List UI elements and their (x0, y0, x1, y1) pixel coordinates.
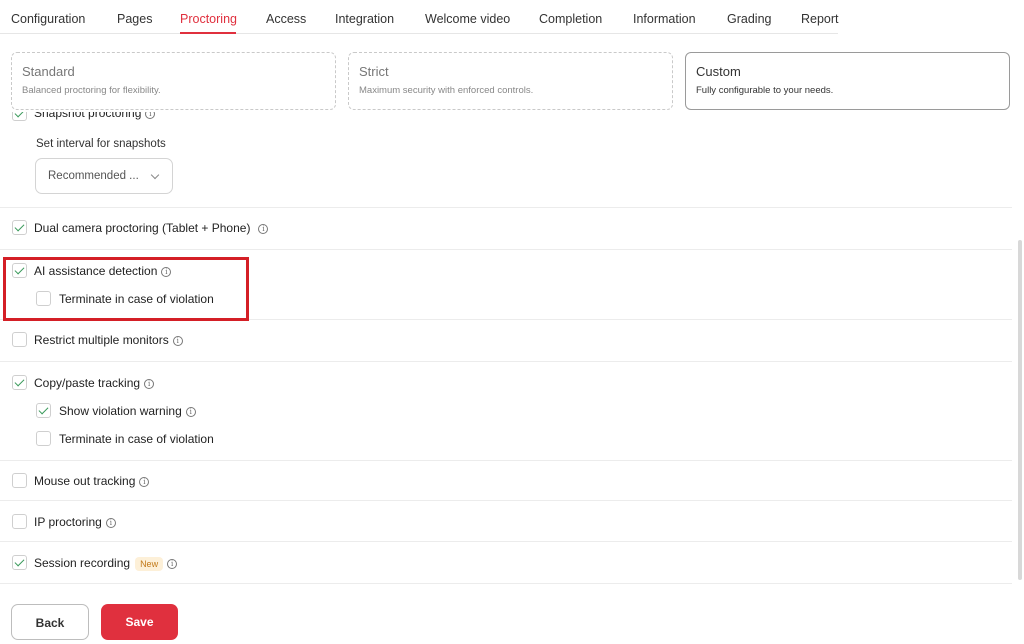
info-icon[interactable]: i (144, 378, 155, 389)
tab-access[interactable]: Access (266, 12, 306, 26)
new-badge: New (135, 556, 164, 571)
back-button[interactable]: Back (11, 604, 89, 640)
copy-paste-terminate-checkbox[interactable] (36, 431, 51, 446)
scrollbar[interactable] (1018, 240, 1022, 580)
info-icon[interactable]: i (167, 558, 178, 569)
divider (0, 460, 1012, 461)
snapshot-interval-value: Recommended ... (48, 170, 139, 182)
highlight-annotation (3, 257, 249, 321)
tab-report[interactable]: Report (801, 12, 839, 26)
session-recording-checkbox[interactable] (12, 555, 27, 570)
info-icon[interactable]: i (145, 112, 156, 119)
ip-proctoring-checkbox[interactable] (12, 514, 27, 529)
snapshot-proctoring-label: Snapshot proctoring i (34, 112, 156, 120)
save-button[interactable]: Save (101, 604, 178, 640)
info-icon[interactable]: i (139, 476, 150, 487)
info-icon[interactable]: i (258, 223, 269, 234)
session-recording-label: Session recording New i (34, 556, 178, 571)
tab-configuration[interactable]: Configuration (11, 12, 85, 26)
divider (0, 249, 1012, 250)
tab-bar: Configuration Pages Proctoring Access In… (0, 0, 839, 34)
preset-title: Strict (359, 64, 389, 79)
info-icon[interactable]: i (105, 517, 116, 528)
copy-paste-warning-checkbox[interactable] (36, 403, 51, 418)
preset-card-standard[interactable]: Standard Balanced proctoring for flexibi… (11, 52, 336, 110)
tab-completion[interactable]: Completion (539, 12, 602, 26)
copy-paste-warning-label: Show violation warning i (59, 404, 196, 418)
tab-proctoring[interactable]: Proctoring (180, 12, 237, 26)
multi-monitor-checkbox[interactable] (12, 332, 27, 347)
divider (0, 361, 1012, 362)
preset-card-strict[interactable]: Strict Maximum security with enforced co… (348, 52, 673, 110)
tab-pages[interactable]: Pages (117, 12, 152, 26)
info-icon[interactable]: i (172, 335, 183, 346)
dual-camera-label: Dual camera proctoring (Tablet + Phone) i (34, 221, 269, 235)
preset-card-custom[interactable]: Custom Fully configurable to your needs. (685, 52, 1010, 110)
tab-welcome-video[interactable]: Welcome video (425, 12, 510, 26)
proctoring-options-list: Snapshot proctoring i Set interval for sn… (0, 112, 1024, 590)
active-tab-indicator (180, 32, 236, 34)
multi-monitor-label: Restrict multiple monitors i (34, 333, 183, 347)
info-icon[interactable]: i (185, 406, 196, 417)
preset-description: Fully configurable to your needs. (696, 85, 834, 96)
copy-paste-checkbox[interactable] (12, 375, 27, 390)
snapshot-proctoring-checkbox[interactable] (12, 112, 27, 121)
copy-paste-terminate-label: Terminate in case of violation (59, 432, 214, 446)
preset-description: Maximum security with enforced controls. (359, 85, 534, 96)
tab-information[interactable]: Information (633, 12, 696, 26)
ip-proctoring-label: IP proctoring i (34, 515, 116, 529)
snapshot-interval-select[interactable]: Recommended ... (35, 158, 173, 194)
tab-integration[interactable]: Integration (335, 12, 394, 26)
tab-grading[interactable]: Grading (727, 12, 771, 26)
chevron-down-icon (150, 170, 160, 180)
mouse-out-label: Mouse out tracking i (34, 474, 150, 488)
divider (0, 500, 1012, 501)
snapshot-interval-label: Set interval for snapshots (36, 138, 166, 150)
mouse-out-checkbox[interactable] (12, 473, 27, 488)
divider (0, 541, 1012, 542)
preset-title: Standard (22, 64, 75, 79)
copy-paste-label: Copy/paste tracking i (34, 376, 155, 390)
divider (0, 583, 1012, 584)
preset-title: Custom (696, 64, 741, 79)
preset-description: Balanced proctoring for flexibility. (22, 85, 161, 96)
dual-camera-checkbox[interactable] (12, 220, 27, 235)
divider (0, 207, 1012, 208)
